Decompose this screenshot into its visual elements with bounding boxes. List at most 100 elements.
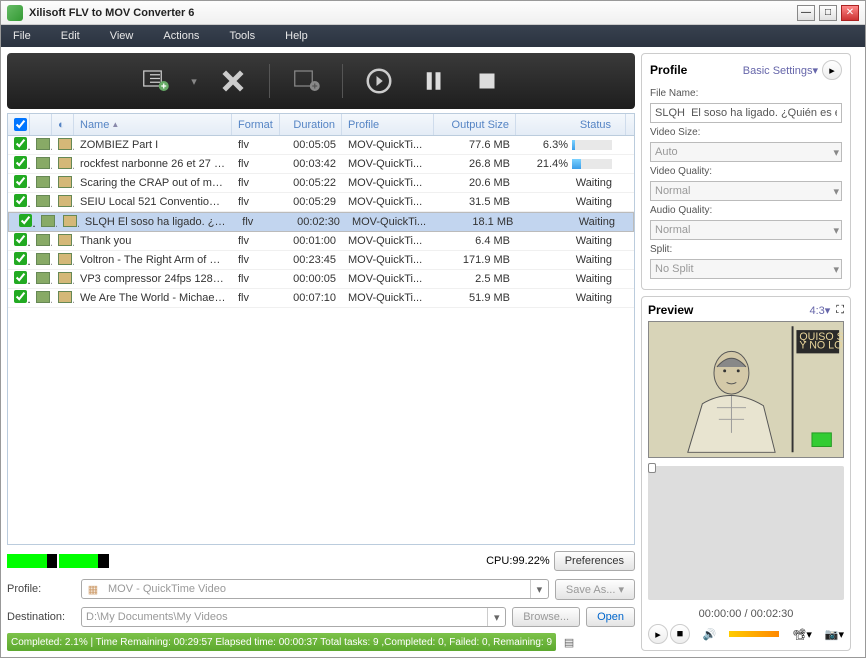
preferences-button[interactable]: Preferences <box>554 551 635 571</box>
snapshot-icon[interactable]: 📽▾ <box>792 628 812 641</box>
cell-output: 6.4 MB <box>434 235 516 247</box>
stop-button[interactable] <box>469 63 505 99</box>
table-row[interactable]: SLQH El soso ha ligado. ¿Qui...flv00:02:… <box>8 212 634 232</box>
col-name[interactable]: Name▲ <box>74 114 232 135</box>
fullscreen-icon[interactable]: ⛶ <box>836 304 844 317</box>
minimize-button[interactable]: — <box>797 5 815 21</box>
chevron-down-icon[interactable]: ▾ <box>530 580 548 598</box>
table-row[interactable]: Thank youflv00:01:00MOV-QuickTi...6.4 MB… <box>8 232 634 251</box>
split-select[interactable]: No Split▾ <box>650 259 842 279</box>
cell-status: 21.4% <box>516 158 626 170</box>
grid-header: ◐ Name▲ Format Duration Profile Output S… <box>8 114 634 136</box>
file-grid: ◐ Name▲ Format Duration Profile Output S… <box>7 113 635 545</box>
cell-profile: MOV-QuickTi... <box>342 158 434 170</box>
row-checkbox[interactable] <box>14 290 27 303</box>
close-button[interactable]: ✕ <box>841 5 859 21</box>
col-type-icon[interactable]: ◐ <box>52 114 74 135</box>
detail-view-icon[interactable]: ▤ <box>560 636 578 649</box>
col-duration[interactable]: Duration <box>280 114 342 135</box>
format-icon <box>58 253 72 265</box>
cell-name: SLQH El soso ha ligado. ¿Qui... <box>79 216 236 228</box>
audioquality-select[interactable]: Normal▾ <box>650 220 842 240</box>
filename-label: File Name: <box>650 88 842 99</box>
expand-button[interactable]: ▸ <box>822 60 842 80</box>
format-icon <box>63 215 77 227</box>
format-icon <box>58 138 72 150</box>
cell-output: 171.9 MB <box>434 254 516 266</box>
profile-combo[interactable]: ▦ ▾ <box>81 579 549 599</box>
output-button[interactable] <box>288 63 324 99</box>
row-checkbox[interactable] <box>14 137 27 150</box>
menu-help[interactable]: Help <box>285 30 308 42</box>
stop-preview-button[interactable]: ■ <box>670 624 690 644</box>
menu-edit[interactable]: Edit <box>61 30 80 42</box>
row-checkbox[interactable] <box>14 233 27 246</box>
remove-button[interactable] <box>215 63 251 99</box>
aspect-ratio[interactable]: 4:3▾ <box>809 304 830 317</box>
cell-status: Waiting <box>516 292 626 304</box>
col-format[interactable]: Format <box>232 114 280 135</box>
preview-panel: Preview 4:3▾ ⛶ QUISO SY NO LO 00:00:00 /… <box>641 296 851 651</box>
row-checkbox[interactable] <box>14 252 27 265</box>
table-row[interactable]: VP3 compressor 24fps 1280x...flv00:00:05… <box>8 270 634 289</box>
col-status[interactable]: Status <box>516 114 626 135</box>
row-checkbox[interactable] <box>19 214 32 227</box>
select-all-checkbox[interactable] <box>14 118 27 131</box>
cpu-meter <box>7 554 482 568</box>
camera-icon[interactable]: 📷▾ <box>825 628 844 641</box>
profile-input[interactable] <box>104 580 530 598</box>
window-title: Xilisoft FLV to MOV Converter 6 <box>29 7 797 19</box>
row-checkbox[interactable] <box>14 194 27 207</box>
filename-input[interactable] <box>650 103 842 123</box>
maximize-button[interactable]: □ <box>819 5 837 21</box>
table-row[interactable]: SEIU Local 521 Convention Vi...flv00:05:… <box>8 193 634 212</box>
videoquality-select[interactable]: Normal▾ <box>650 181 842 201</box>
videosize-select[interactable]: Auto▾ <box>650 142 842 162</box>
cell-format: flv <box>232 158 280 170</box>
table-row[interactable]: Scaring the CRAP out of my w...flv00:05:… <box>8 174 634 193</box>
cell-format: flv <box>236 216 284 228</box>
volume-slider[interactable] <box>729 631 779 637</box>
volume-icon[interactable]: 🔊 <box>703 628 717 641</box>
cell-output: 20.6 MB <box>434 177 516 189</box>
table-row[interactable]: rockfest narbonne 26 et 27 ju...flv00:03… <box>8 155 634 174</box>
format-icon <box>58 272 72 284</box>
videoquality-label: Video Quality: <box>650 166 842 177</box>
basic-settings-link[interactable]: Basic Settings▾ <box>743 64 818 77</box>
cell-duration: 00:05:05 <box>280 139 342 151</box>
destination-combo[interactable]: ▾ <box>81 607 506 627</box>
cell-status: Waiting <box>516 254 626 266</box>
menu-tools[interactable]: Tools <box>229 30 255 42</box>
row-checkbox[interactable] <box>14 156 27 169</box>
cell-duration: 00:02:30 <box>284 216 346 228</box>
video-icon <box>36 291 50 303</box>
chevron-down-icon[interactable]: ▾ <box>487 608 505 626</box>
col-output[interactable]: Output Size <box>434 114 516 135</box>
play-button[interactable]: ▸ <box>648 624 668 644</box>
video-icon <box>36 195 50 207</box>
cell-format: flv <box>232 254 280 266</box>
menu-file[interactable]: File <box>13 30 31 42</box>
row-checkbox[interactable] <box>14 175 27 188</box>
video-icon <box>36 138 50 150</box>
profile-panel-title: Profile <box>650 63 743 77</box>
menu-actions[interactable]: Actions <box>163 30 199 42</box>
cell-output: 77.6 MB <box>434 139 516 151</box>
add-file-button[interactable] <box>137 63 173 99</box>
col-profile[interactable]: Profile <box>342 114 434 135</box>
video-icon <box>36 272 50 284</box>
video-icon <box>36 157 50 169</box>
table-row[interactable]: We Are The World - Michael J...flv00:07:… <box>8 289 634 308</box>
row-checkbox[interactable] <box>14 271 27 284</box>
format-icon <box>58 291 72 303</box>
table-row[interactable]: Voltron - The Right Arm of Volt...flv00:… <box>8 251 634 270</box>
table-row[interactable]: ZOMBIEZ Part Iflv00:05:05MOV-QuickTi...7… <box>8 136 634 155</box>
pause-button[interactable] <box>415 63 451 99</box>
titlebar: Xilisoft FLV to MOV Converter 6 — □ ✕ <box>1 1 865 25</box>
seek-slider[interactable] <box>648 466 844 601</box>
destination-input[interactable] <box>82 608 487 626</box>
convert-button[interactable] <box>361 63 397 99</box>
menu-view[interactable]: View <box>110 30 134 42</box>
open-button[interactable]: Open <box>586 607 635 627</box>
main-toolbar: ▾ <box>7 53 635 109</box>
